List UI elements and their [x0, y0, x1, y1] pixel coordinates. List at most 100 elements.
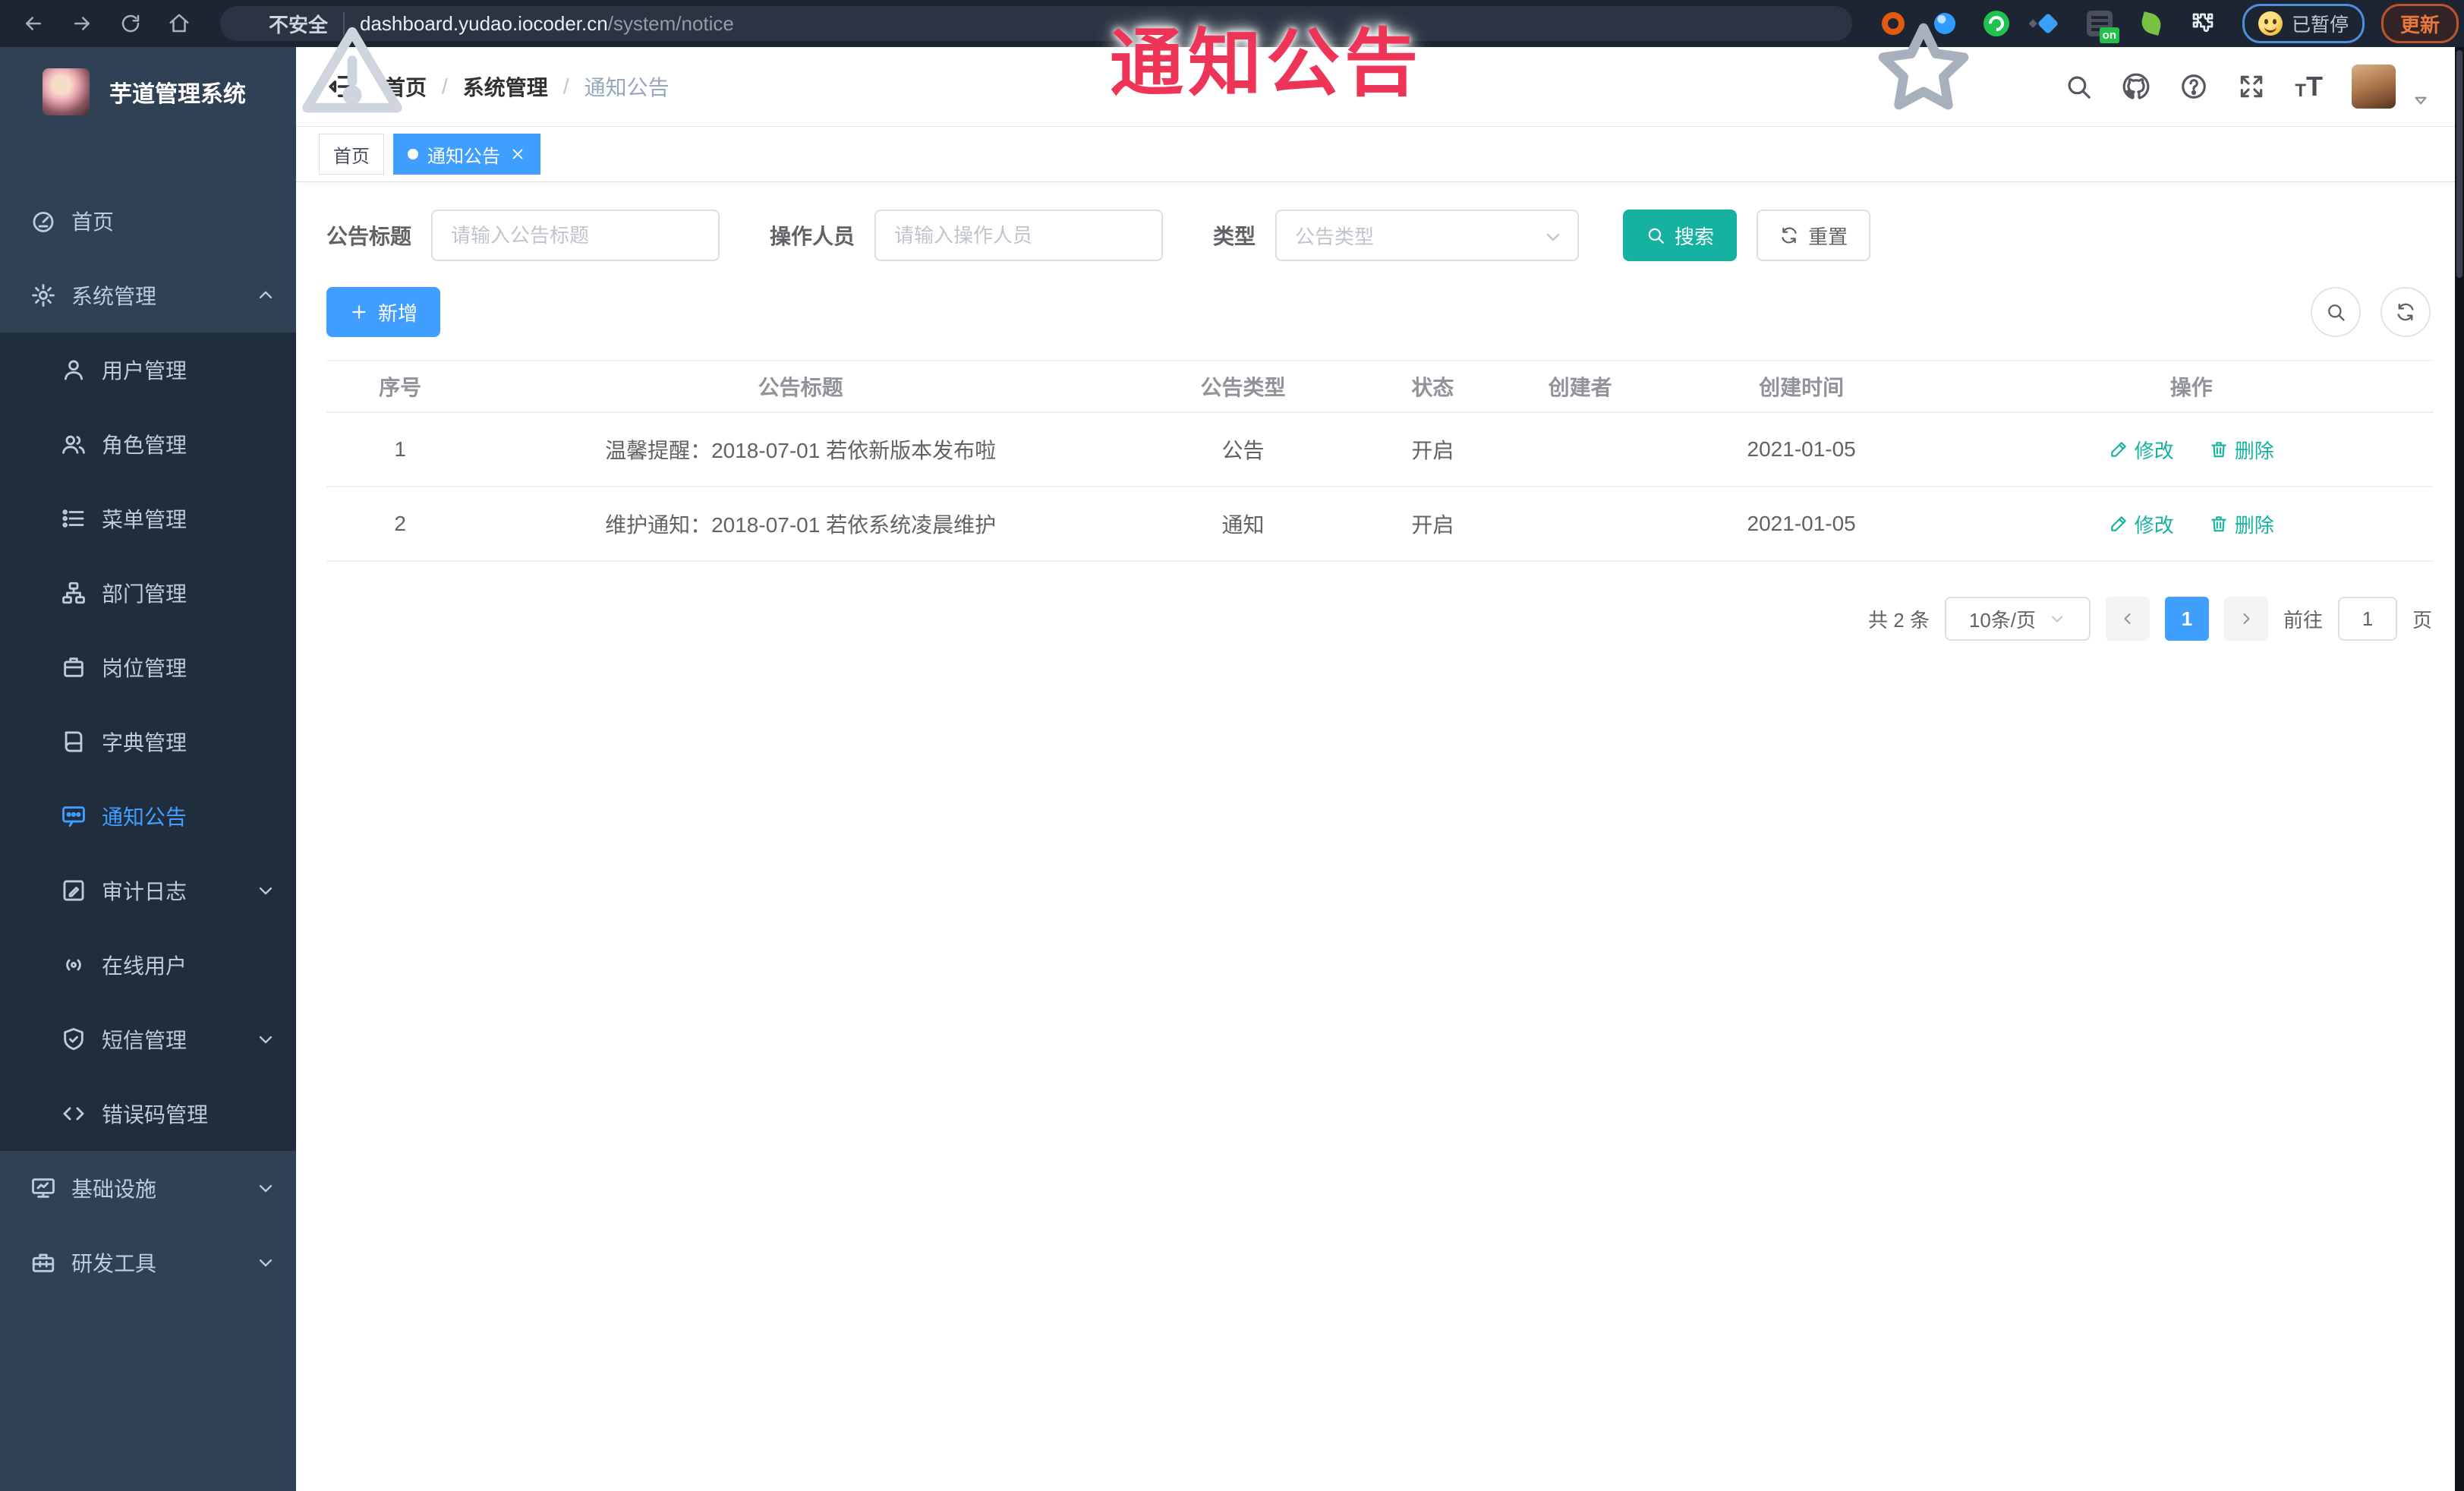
browser-back-button[interactable] — [15, 5, 52, 42]
sidebar-item-online-users[interactable]: 在线用户 — [0, 928, 296, 1002]
cell-type: 通知 — [1221, 513, 1265, 537]
browser-home-button[interactable] — [161, 5, 197, 42]
table-toolbar: 新增 — [326, 287, 2434, 337]
search-icon[interactable] — [2064, 72, 2093, 101]
sidebar-item-dev-tools[interactable]: 研发工具 — [0, 1225, 296, 1300]
title-filter-input[interactable] — [431, 210, 720, 261]
type-filter-label: 类型 — [1213, 225, 1256, 248]
blue-diamond-icon — [2037, 12, 2059, 35]
top-navbar: 首页 / 系统管理 / 通知公告 TT — [296, 47, 2464, 127]
blue-drop-icon — [1934, 13, 1955, 34]
title-filter-label: 公告标题 — [326, 225, 412, 248]
gauge-icon — [30, 208, 56, 234]
table-row: 2 维护通知：2018-07-01 若依系统凌晨维护 通知 开启 2021-01… — [326, 487, 2434, 562]
browser-reload-button[interactable] — [112, 5, 149, 42]
address-bar[interactable]: 不安全 dashboard.yudao.iocoder.cn /system/n… — [220, 6, 1852, 41]
sidebar-item-sms[interactable]: 短信管理 — [0, 1002, 296, 1076]
browser-update-button[interactable]: 更新 — [2381, 4, 2459, 43]
close-icon[interactable] — [509, 146, 526, 162]
monitor-icon — [30, 1175, 56, 1201]
sidebar-item-departments[interactable]: 部门管理 — [0, 556, 296, 630]
font-size-icon[interactable]: TT — [2295, 73, 2323, 100]
cell-created: 2021-01-05 — [1747, 437, 1856, 461]
list-icon — [61, 506, 87, 531]
profile-emoji-icon — [2258, 11, 2283, 36]
browser-forward-button[interactable] — [64, 5, 100, 42]
prev-page-button[interactable] — [2105, 597, 2150, 641]
delete-link[interactable]: 删除 — [2209, 436, 2274, 464]
col-header-creator: 创建者 — [1548, 376, 1612, 399]
edit-link[interactable]: 修改 — [2109, 436, 2174, 464]
col-header-created: 创建时间 — [1759, 376, 1845, 399]
add-button[interactable]: 新增 — [326, 287, 441, 337]
fullscreen-icon[interactable] — [2237, 72, 2266, 101]
green-circle-icon — [1983, 11, 2009, 36]
scrollbar-thumb[interactable] — [2456, 50, 2462, 278]
extensions-puzzle-icon[interactable] — [2189, 10, 2217, 37]
delete-link[interactable]: 删除 — [2209, 510, 2274, 538]
sidebar-menu: 首页 系统管理 用户管理 角色管理 菜单管理 部门管理 岗位管理 字典管理 通知… — [0, 137, 296, 1300]
extension-icon-5[interactable]: on — [2086, 10, 2119, 43]
app-title: 芋道管理系统 — [109, 82, 246, 107]
badge-icon — [61, 654, 87, 680]
reset-button[interactable]: 重置 — [1757, 210, 1871, 261]
main-area: 首页 / 系统管理 / 通知公告 TT 首页 通知公告 公告标题 请输入公告标题… — [296, 47, 2464, 1491]
sidebar-item-users[interactable]: 用户管理 — [0, 333, 296, 407]
sidebar-item-system[interactable]: 系统管理 — [0, 258, 296, 333]
breadcrumb-separator: / — [562, 74, 569, 98]
page-unit-label: 页 — [2412, 608, 2432, 632]
search-button[interactable]: 搜索 — [1623, 210, 1738, 261]
type-select[interactable]: 公告类型 — [1275, 210, 1580, 261]
security-warning-icon[interactable] — [238, 13, 260, 34]
current-page-button[interactable]: 1 — [2164, 597, 2209, 641]
search-icon — [1646, 225, 1665, 245]
next-page-button[interactable] — [2223, 597, 2268, 641]
cell-actions: 修改 删除 — [1949, 510, 2433, 538]
goto-page-input[interactable] — [2337, 597, 2397, 641]
caret-down-icon[interactable] — [2411, 90, 2431, 110]
operator-filter-input[interactable] — [874, 210, 1164, 261]
refresh-table-button[interactable] — [2381, 287, 2431, 337]
sidebar-item-dict[interactable]: 字典管理 — [0, 705, 296, 779]
cell-index: 2 — [394, 512, 406, 535]
toggle-search-button[interactable] — [2311, 287, 2361, 337]
chat-icon — [61, 803, 87, 829]
sidebar-item-roles[interactable]: 角色管理 — [0, 407, 296, 481]
breadcrumb-system[interactable]: 系统管理 — [463, 71, 548, 102]
sidebar-item-audit-log[interactable]: 审计日志 — [0, 853, 296, 928]
sidebar-item-menus[interactable]: 菜单管理 — [0, 481, 296, 556]
total-count-label: 共 2 条 — [1868, 608, 1930, 632]
cell-title: 维护通知：2018-07-01 若依系统凌晨维护 — [605, 513, 997, 537]
chevron-down-icon — [1542, 226, 1564, 247]
page-size-select[interactable]: 10条/页 — [1944, 597, 2091, 641]
col-header-title: 公告标题 — [758, 376, 843, 399]
bookmark-star-icon[interactable] — [1810, 11, 1834, 36]
extension-icon-3[interactable] — [1983, 10, 2010, 37]
extension-icon-4[interactable] — [2034, 10, 2062, 37]
sidebar-item-posts[interactable]: 岗位管理 — [0, 630, 296, 705]
right-toolbar — [2311, 287, 2431, 337]
sidebar: 芋道管理系统 首页 系统管理 用户管理 角色管理 菜单管理 部门管理 岗位管理 … — [0, 47, 296, 1491]
table-header-row: 序号 公告标题 公告类型 状态 创建者 创建时间 操作 — [326, 361, 2434, 413]
docs-question-icon[interactable] — [2179, 72, 2208, 101]
avatar[interactable] — [2352, 65, 2396, 109]
refresh-icon — [1779, 225, 1799, 245]
extension-icon-6[interactable] — [2138, 10, 2165, 37]
tag-notice[interactable]: 通知公告 — [393, 134, 540, 175]
edit-link[interactable]: 修改 — [2109, 510, 2174, 538]
cell-created: 2021-01-05 — [1747, 512, 1856, 535]
tag-home[interactable]: 首页 — [319, 134, 384, 175]
sidebar-item-error-codes[interactable]: 错误码管理 — [0, 1076, 296, 1151]
sidebar-item-infrastructure[interactable]: 基础设施 — [0, 1151, 296, 1225]
page-scrollbar[interactable] — [2455, 47, 2464, 1491]
github-icon[interactable] — [2122, 72, 2150, 101]
extension-icon-2[interactable] — [1931, 10, 1958, 37]
sidebar-item-notice[interactable]: 通知公告 — [0, 779, 296, 853]
chevron-down-icon — [2048, 610, 2066, 628]
extension-icon-1[interactable] — [1880, 10, 1907, 37]
chevron-down-icon — [255, 880, 276, 901]
type-select-placeholder: 公告类型 — [1295, 225, 1375, 248]
notice-table: 序号 公告标题 公告类型 状态 创建者 创建时间 操作 1 温馨提醒：2018-… — [326, 360, 2434, 562]
sidebar-item-home[interactable]: 首页 — [0, 184, 296, 258]
browser-profile-chip[interactable]: 已暂停 — [2242, 4, 2365, 43]
